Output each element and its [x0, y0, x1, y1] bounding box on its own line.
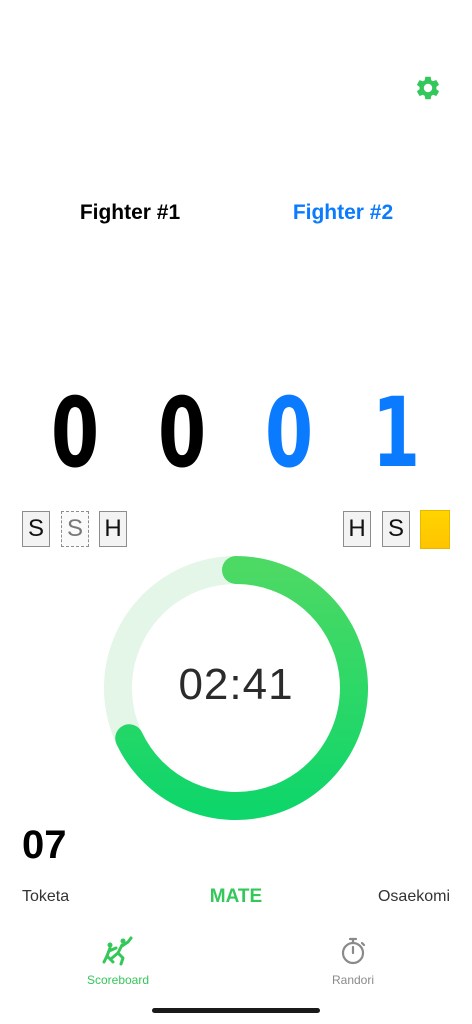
tab-randori-label: Randori	[331, 973, 375, 987]
osaekomi-counter: 07	[22, 823, 67, 867]
tab-scoreboard-label: Scoreboard	[86, 973, 150, 987]
timer-display[interactable]: 02:41	[104, 660, 368, 710]
fighter-2-shido[interactable]: S	[382, 511, 410, 547]
home-indicator	[152, 1008, 320, 1013]
fighter-2-score-wazaari[interactable]: 1	[367, 385, 425, 481]
fighter-2-name[interactable]: Fighter #2	[243, 201, 443, 225]
fighter-1-shido-2[interactable]: S	[61, 511, 89, 547]
fighter-1-shido-1[interactable]: S	[22, 511, 50, 547]
fighter-2-yellow-card[interactable]	[420, 510, 450, 549]
osaekomi-button[interactable]: Osaekomi	[378, 888, 450, 906]
fighter-2-hansoku[interactable]: H	[343, 511, 371, 547]
fighter-1-score-wazaari[interactable]: 0	[153, 385, 211, 481]
fighter-1-name[interactable]: Fighter #1	[30, 201, 230, 225]
judo-throw-icon	[102, 936, 133, 966]
fighter-1-hansoku[interactable]: H	[99, 511, 127, 547]
settings-gear-icon[interactable]	[414, 74, 442, 102]
tab-scoreboard[interactable]: Scoreboard	[58, 936, 178, 987]
fighter-2-score-ippon[interactable]: 0	[260, 385, 318, 481]
stopwatch-icon	[341, 937, 366, 965]
fighter-1-score-ippon[interactable]: 0	[46, 385, 104, 481]
tab-randori[interactable]: Randori	[293, 936, 413, 987]
